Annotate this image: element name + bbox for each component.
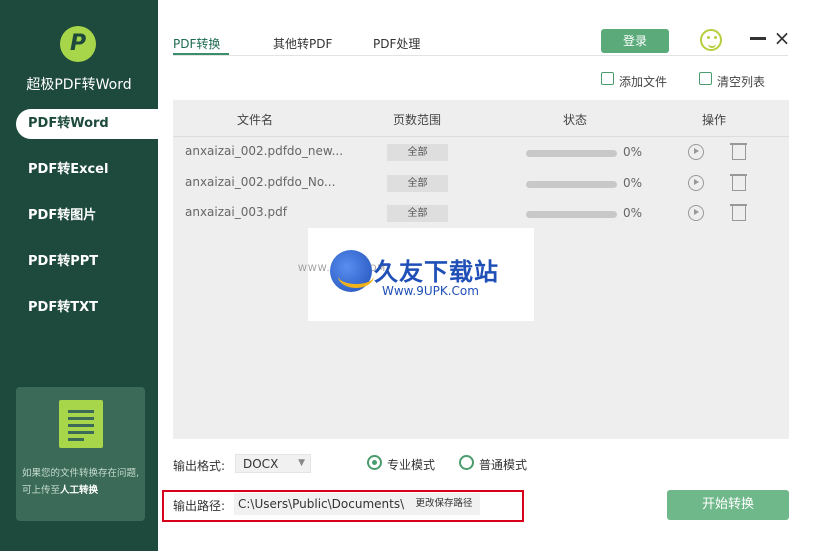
document-icon <box>59 400 103 448</box>
chevron-down-icon: ▼ <box>298 458 305 468</box>
file-name: anxaizai_002.pdfdo_No... <box>185 175 336 189</box>
active-tab-indicator <box>173 53 229 55</box>
manual-conversion-promo[interactable]: 如果您的文件转换存在问题,可上传至人工转换 <box>16 387 145 521</box>
progress-bar <box>526 150 617 157</box>
sidebar-item-pdf-to-excel[interactable]: PDF转Excel <box>0 155 158 185</box>
app-title: 超极PDF转Word <box>26 77 132 93</box>
tab-pdf-convert[interactable]: PDF转换 <box>173 35 220 52</box>
file-name: anxaizai_002.pdfdo_new... <box>185 144 344 158</box>
login-button[interactable]: 登录 <box>601 29 669 53</box>
manual-conversion-link[interactable]: 人工转换 <box>60 485 98 496</box>
minimize-icon[interactable] <box>750 37 766 40</box>
sidebar: P 超极PDF转Word PDF转Word PDF转Excel PDF转图片 P… <box>0 0 158 551</box>
output-path-field[interactable]: C:\Users\Public\Documents\ <box>234 493 408 515</box>
output-format-label: 输出格式: <box>173 459 226 473</box>
normal-mode-radio[interactable] <box>459 455 474 470</box>
column-page-range: 页数范围 <box>393 113 442 127</box>
table-row[interactable]: anxaizai_002.pdfdo_No... 全部 0% <box>173 168 789 198</box>
clear-list-button[interactable]: 清空列表 <box>717 73 765 90</box>
smiley-icon[interactable] <box>700 29 722 51</box>
file-table: 文件名 页数范围 状态 操作 anxaizai_002.pdfdo_new...… <box>173 100 789 439</box>
normal-mode-label[interactable]: 普通模式 <box>479 456 527 473</box>
sidebar-item-pdf-to-image[interactable]: PDF转图片 <box>0 201 158 231</box>
output-format-select[interactable]: DOCX ▼ <box>235 454 311 473</box>
play-icon[interactable] <box>688 144 704 160</box>
output-path-value: C:\Users\Public\Documents\ <box>238 497 405 511</box>
progress-bar <box>526 181 617 188</box>
watermark-url: Www.9UPK.Com <box>382 284 479 298</box>
page-range-button[interactable]: 全部 <box>387 175 448 192</box>
column-actions: 操作 <box>702 113 727 127</box>
clear-list-icon[interactable] <box>699 72 712 85</box>
play-icon[interactable] <box>688 175 704 191</box>
sidebar-item-pdf-to-word[interactable]: PDF转Word <box>16 109 158 139</box>
column-status: 状态 <box>563 113 588 127</box>
close-icon[interactable]: × <box>772 28 792 49</box>
output-path-label: 输出路径: <box>173 499 226 513</box>
progress-percent: 0% <box>623 145 643 159</box>
start-convert-button[interactable]: 开始转换 <box>667 490 789 520</box>
table-header: 文件名 页数范围 状态 操作 <box>173 100 789 137</box>
output-format-value: DOCX <box>243 457 279 471</box>
progress-bar <box>526 211 617 218</box>
page-range-button[interactable]: 全部 <box>387 205 448 222</box>
add-file-icon[interactable] <box>601 72 614 85</box>
sidebar-item-pdf-to-txt[interactable]: PDF转TXT <box>0 293 158 323</box>
pro-mode-radio[interactable] <box>367 455 382 470</box>
pdf-logo-icon: P <box>60 26 96 62</box>
change-path-button[interactable]: 更改保存路径 <box>408 493 480 515</box>
progress-percent: 0% <box>623 176 643 190</box>
table-row[interactable]: anxaizai_002.pdfdo_new... 全部 0% <box>173 137 789 167</box>
add-file-button[interactable]: 添加文件 <box>619 73 667 90</box>
file-name: anxaizai_003.pdf <box>185 205 287 219</box>
progress-percent: 0% <box>623 206 643 220</box>
watermark-title: 久友下载站 <box>374 258 499 286</box>
page-range-button[interactable]: 全部 <box>387 144 448 161</box>
column-file-name: 文件名 <box>237 113 274 127</box>
tab-pdf-process[interactable]: PDF处理 <box>373 35 420 52</box>
watermark-ring <box>338 264 374 288</box>
tab-other-to-pdf[interactable]: 其他转PDF <box>273 35 332 52</box>
play-icon[interactable] <box>688 205 704 221</box>
main-panel: PDF转换 其他转PDF PDF处理 登录 × 添加文件 清空列表 文件名 页数… <box>158 15 811 545</box>
tab-divider <box>173 55 788 56</box>
sidebar-item-pdf-to-ppt[interactable]: PDF转PPT <box>0 247 158 277</box>
pro-mode-label[interactable]: 专业模式 <box>387 456 435 473</box>
trash-icon[interactable] <box>730 174 747 191</box>
trash-icon[interactable] <box>730 143 747 160</box>
table-row[interactable]: anxaizai_003.pdf 全部 0% <box>173 198 789 228</box>
promo-text: 如果您的文件转换存在问题,可上传至人工转换 <box>22 468 140 496</box>
trash-icon[interactable] <box>730 204 747 221</box>
watermark: WWW.9UPK.COM 久友下载站 Www.9UPK.Com <box>298 228 534 321</box>
